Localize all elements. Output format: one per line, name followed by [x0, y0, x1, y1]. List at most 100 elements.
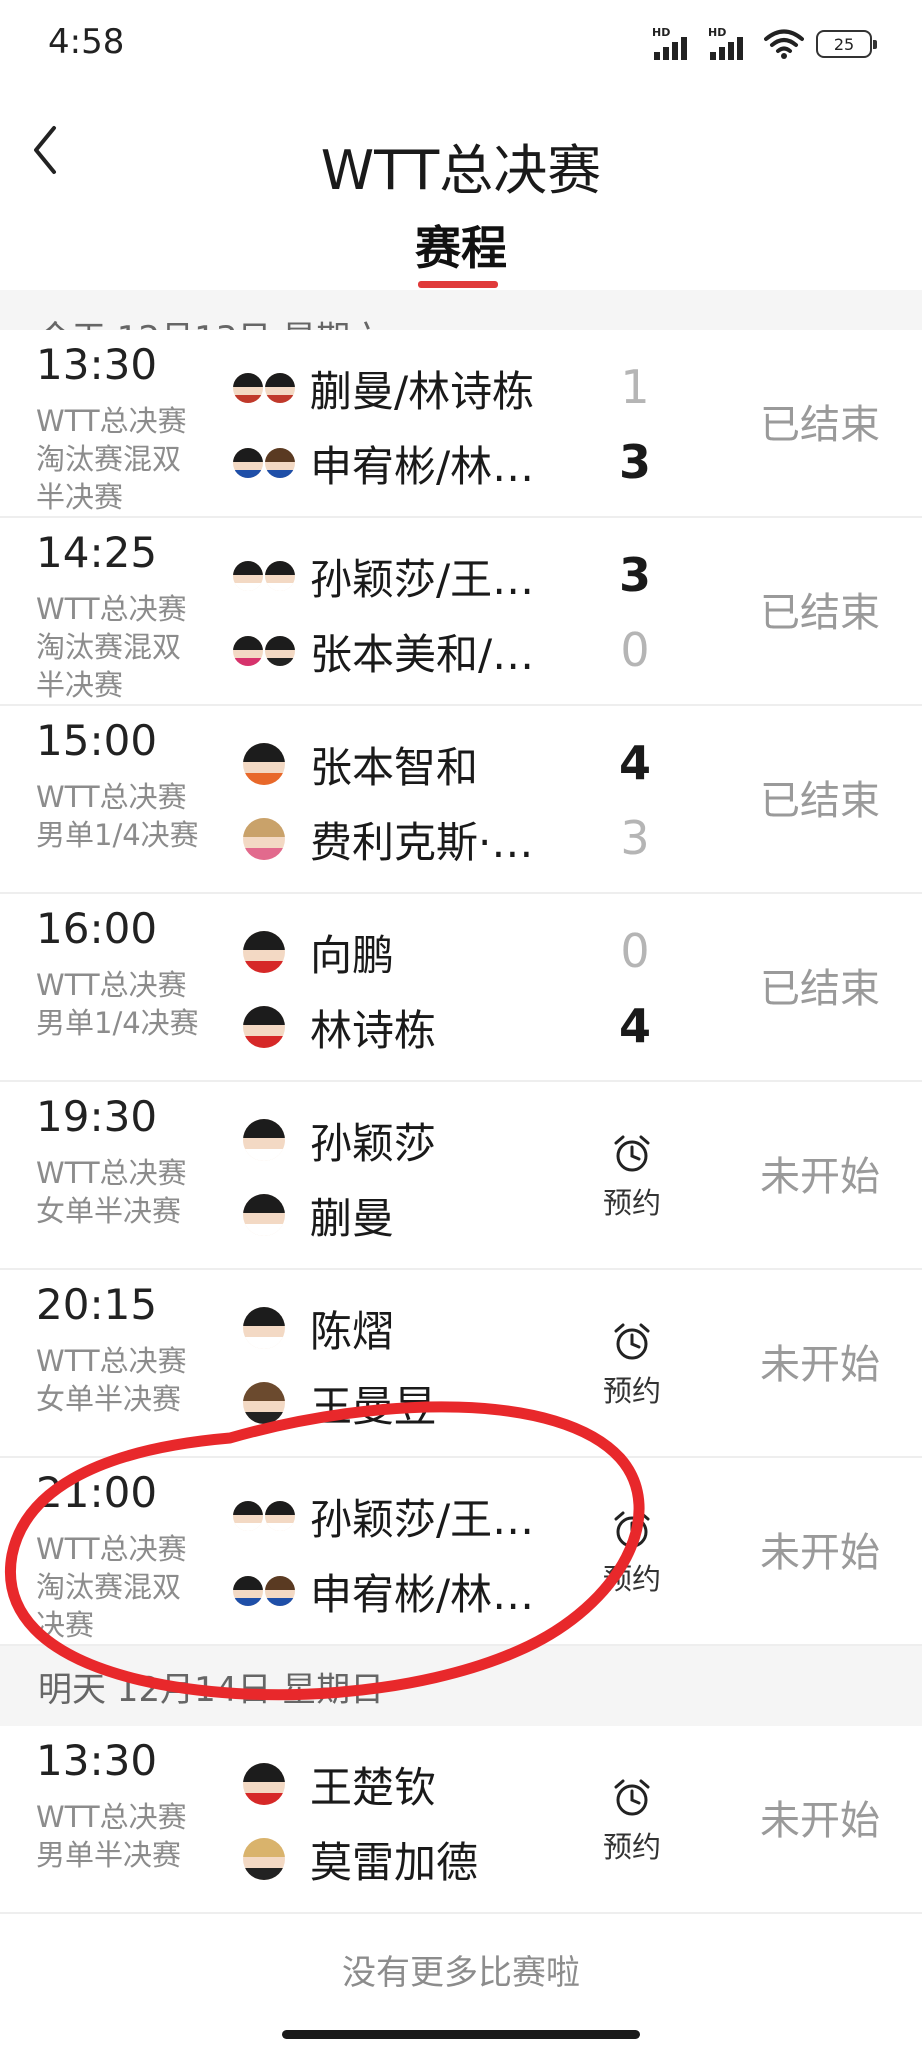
match-status: 未开始 — [760, 1342, 880, 1388]
player-name: 孙颖莎/王… — [310, 554, 535, 604]
player-avatars — [232, 373, 296, 403]
match-row[interactable]: 21:00 WTT总决赛淘汰赛混双决赛 孙颖莎/王… 申宥彬/林… 预约 未开始 — [0, 1458, 922, 1646]
player-row: 向鹏 — [232, 922, 550, 982]
player-name: 陈熠 — [310, 1306, 395, 1356]
match-time: 13:30 — [36, 1736, 158, 1785]
alarm-clock-icon — [614, 1323, 650, 1360]
player-avatars — [232, 1763, 296, 1805]
signal-icon: HD — [652, 26, 696, 60]
avatar — [243, 1307, 285, 1349]
match-time: 21:00 — [36, 1468, 158, 1517]
avatar — [233, 561, 263, 591]
match-status: 已结束 — [760, 966, 880, 1012]
player-name: 申宥彬/林… — [310, 1569, 535, 1619]
player-name: 王楚钦 — [310, 1762, 437, 1812]
player-avatars — [232, 448, 296, 478]
avatar — [265, 448, 295, 478]
match-event: WTT总决赛淘汰赛混双半决赛 — [36, 592, 187, 702]
player-row: 孙颖莎/王… — [232, 1486, 550, 1546]
wifi-icon — [764, 29, 804, 59]
match-event: WTT总决赛女单半决赛 — [36, 1344, 187, 1416]
remind-label: 预约 — [602, 1186, 661, 1220]
player-avatars — [232, 1501, 296, 1531]
match-status: 已结束 — [760, 590, 880, 636]
no-more-matches: 没有更多比赛啦 — [342, 1952, 580, 1993]
score: 3 — [618, 435, 651, 489]
avatar — [243, 1382, 285, 1424]
player-avatars — [232, 561, 296, 591]
match-event: WTT总决赛淘汰赛混双决赛 — [36, 1532, 187, 1642]
match-row[interactable]: 19:30 WTT总决赛女单半决赛 孙颖莎 蒯曼 预约 未开始 — [0, 1082, 922, 1270]
status-icons: HD HD 25 — [652, 26, 877, 62]
player-row: 陈熠 — [232, 1298, 550, 1358]
player-name: 向鹏 — [310, 930, 395, 980]
player-avatars — [232, 1194, 296, 1236]
score: 4 — [618, 736, 651, 790]
player-row: 申宥彬/林… — [232, 433, 550, 493]
player-name: 张本智和 — [310, 742, 479, 792]
match-row[interactable]: 16:00 WTT总决赛男单1/4决赛 向鹏 林诗栋 0 4 已结束 — [0, 894, 922, 1082]
match-status: 未开始 — [760, 1798, 880, 1844]
player-avatars — [232, 743, 296, 785]
player-name: 林诗栋 — [310, 1005, 437, 1055]
match-status: 已结束 — [760, 778, 880, 824]
remind-button[interactable]: 预约 — [592, 1322, 672, 1410]
match-status: 未开始 — [760, 1530, 880, 1576]
player-row: 张本美和/… — [232, 621, 550, 681]
remind-label: 预约 — [602, 1374, 661, 1408]
signal-icon: HD — [708, 26, 752, 60]
match-row[interactable]: 15:00 WTT总决赛男单1/4决赛 张本智和 费利克斯·… 4 3 已结束 — [0, 706, 922, 894]
player-row: 莫雷加德 — [232, 1829, 550, 1889]
match-event: WTT总决赛男单1/4决赛 — [36, 968, 199, 1040]
date-header-today: 今天 12月13日 星期六 — [0, 290, 922, 330]
match-time: 16:00 — [36, 904, 158, 953]
remind-button[interactable]: 预约 — [592, 1510, 672, 1598]
player-row: 蒯曼 — [232, 1185, 550, 1245]
player-name: 孙颖莎 — [310, 1118, 437, 1168]
player-row: 申宥彬/林… — [232, 1561, 550, 1621]
avatar — [233, 448, 263, 478]
avatar — [243, 931, 285, 973]
match-row[interactable]: 13:30 WTT总决赛男单半决赛 王楚钦 莫雷加德 预约 未开始 — [0, 1726, 922, 1914]
avatar — [233, 1501, 263, 1531]
remind-label: 预约 — [602, 1830, 661, 1864]
player-row: 张本智和 — [232, 734, 550, 794]
avatar — [243, 1006, 285, 1048]
match-event: WTT总决赛女单半决赛 — [36, 1156, 187, 1228]
battery-icon: 25 — [816, 30, 877, 58]
player-row: 孙颖莎 — [232, 1110, 550, 1170]
remind-button[interactable]: 预约 — [592, 1778, 672, 1866]
match-row[interactable]: 14:25 WTT总决赛淘汰赛混双半决赛 孙颖莎/王… 张本美和/… 3 0 已… — [0, 518, 922, 706]
avatar — [233, 373, 263, 403]
match-time: 19:30 — [36, 1092, 158, 1141]
player-row: 王曼昱 — [232, 1373, 550, 1433]
player-row: 费利克斯·… — [232, 809, 550, 869]
avatar — [265, 636, 295, 666]
match-row[interactable]: 20:15 WTT总决赛女单半决赛 陈熠 王曼昱 预约 未开始 — [0, 1270, 922, 1458]
avatar — [265, 561, 295, 591]
player-avatars — [232, 1307, 296, 1349]
match-time: 14:25 — [36, 528, 158, 577]
score: 1 — [620, 360, 650, 414]
avatar — [243, 1763, 285, 1805]
nav-bar: WTT总决赛 赛程 — [0, 90, 922, 290]
date-header-tomorrow: 明天 12月14日 星期日 — [0, 1646, 922, 1726]
avatar — [233, 1576, 263, 1606]
page-title: WTT总决赛 — [320, 139, 602, 202]
avatar — [243, 818, 285, 860]
avatar — [243, 743, 285, 785]
player-name: 蒯曼 — [310, 1193, 395, 1243]
tab-schedule[interactable]: 赛程 — [0, 212, 922, 278]
schedule-list[interactable]: 今天 12月13日 星期六 13:30 WTT总决赛淘汰赛混双半决赛 蒯曼/林诗… — [0, 290, 922, 2048]
player-name: 莫雷加德 — [310, 1837, 479, 1887]
match-time: 13:30 — [36, 340, 158, 389]
player-name: 费利克斯·… — [310, 817, 534, 867]
match-status: 未开始 — [760, 1154, 880, 1200]
match-status: 已结束 — [760, 402, 880, 448]
match-row[interactable]: 13:30 WTT总决赛淘汰赛混双半决赛 蒯曼/林诗栋 申宥彬/林… 1 3 已… — [0, 330, 922, 518]
remind-button[interactable]: 预约 — [592, 1134, 672, 1222]
match-event: WTT总决赛淘汰赛混双半决赛 — [36, 404, 187, 514]
player-row: 孙颖莎/王… — [232, 546, 550, 606]
player-row: 王楚钦 — [232, 1754, 550, 1814]
home-indicator — [282, 2030, 640, 2039]
